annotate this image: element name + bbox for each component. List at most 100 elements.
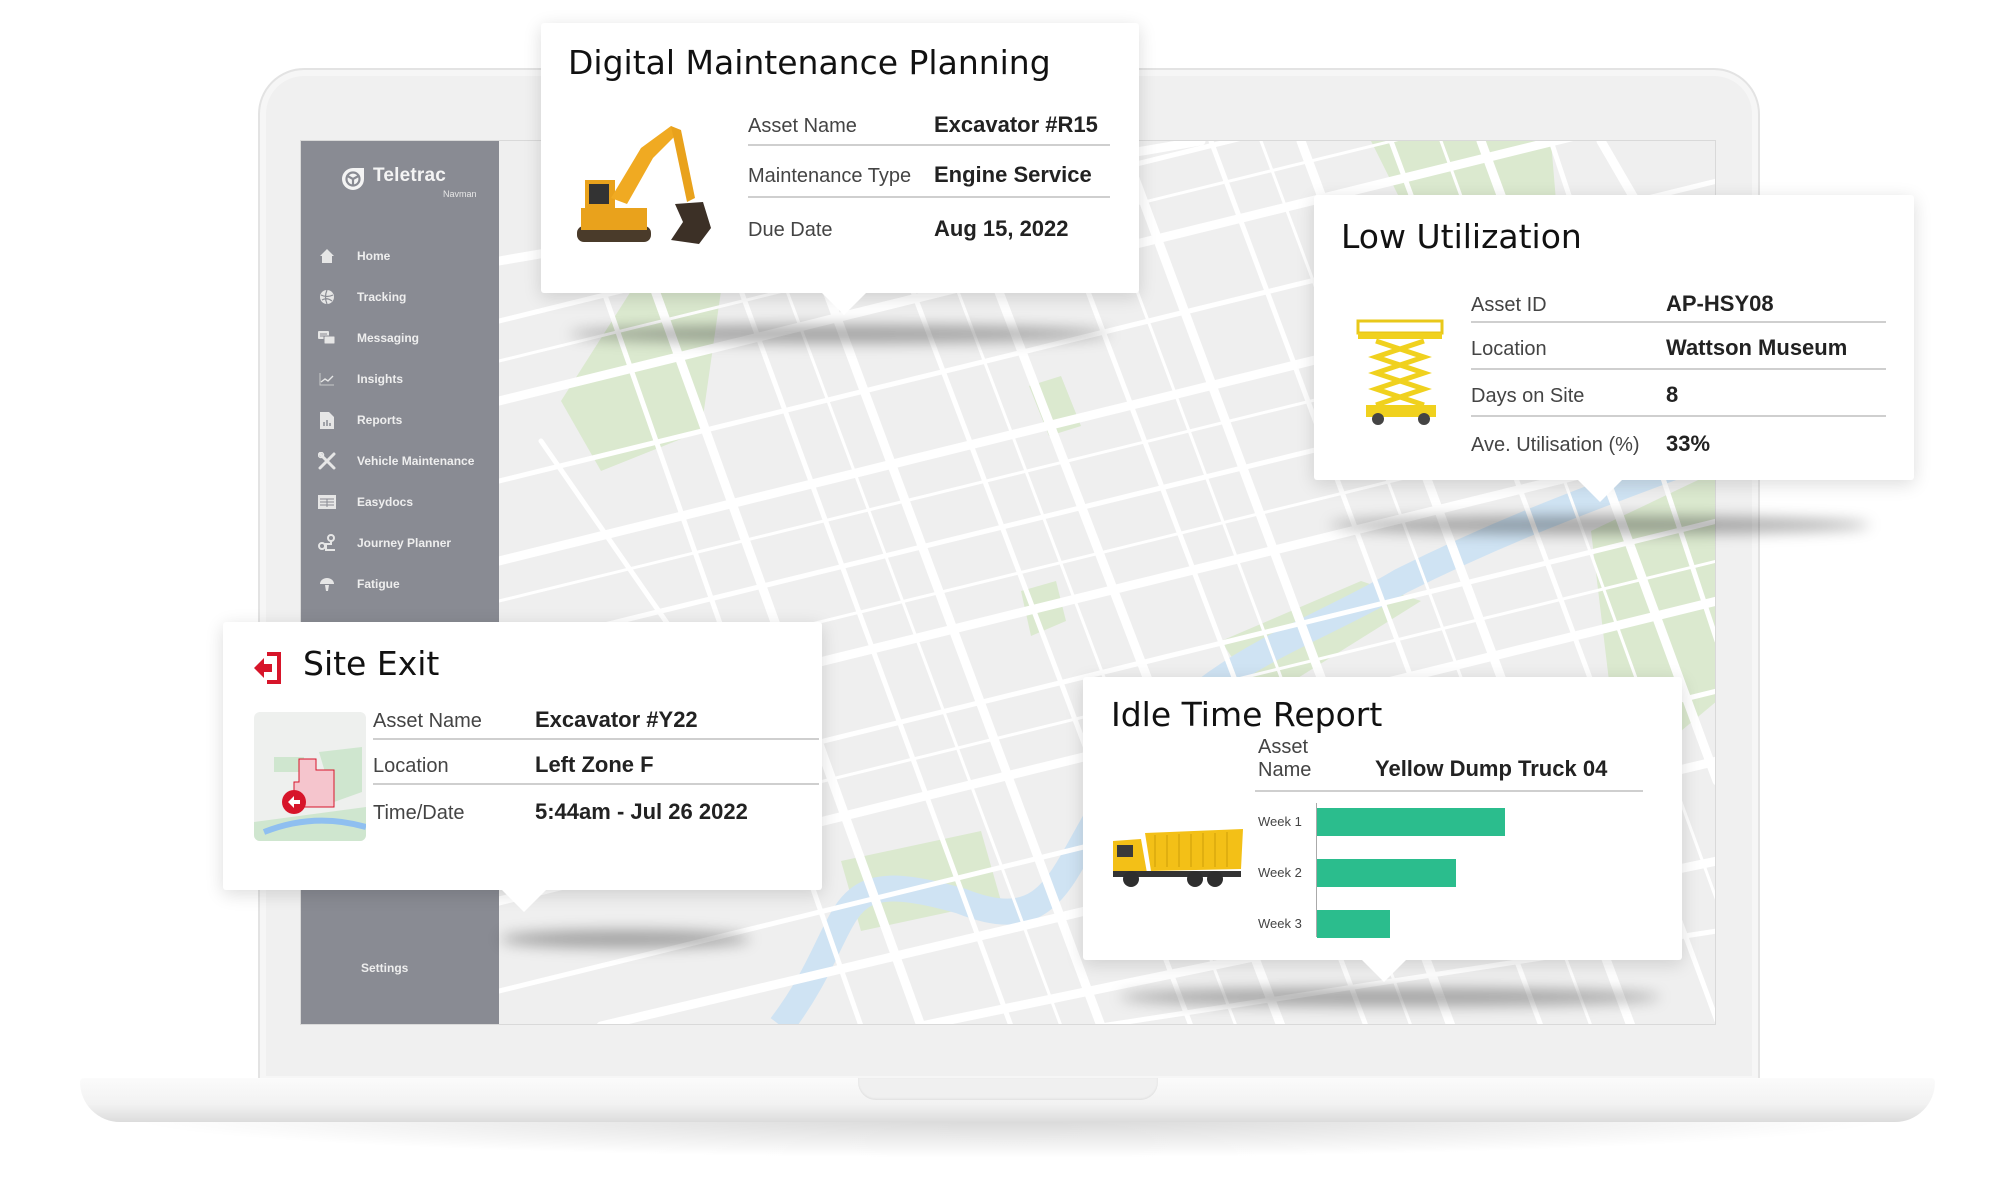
- detail-label: Days on Site: [1471, 385, 1585, 407]
- detail-value: Excavator #R15: [934, 112, 1098, 137]
- detail-row: Location Wattson Museum: [1471, 323, 1886, 370]
- card-title: Low Utilization: [1341, 217, 1582, 256]
- card-title: Digital Maintenance Planning: [568, 43, 1051, 82]
- utilization-details: Asset ID AP-HSY08 Location Wattson Museu…: [1471, 278, 1886, 462]
- card-title: Site Exit: [303, 644, 440, 683]
- detail-label: Location: [1471, 338, 1547, 360]
- document-list-icon: [317, 492, 337, 512]
- brand-subname: Navman: [443, 189, 477, 199]
- detail-label: Asset ID: [1471, 294, 1547, 316]
- trend-chart-icon: [317, 369, 337, 389]
- sidebar-item-fatigue[interactable]: Fatigue: [301, 569, 499, 599]
- sidebar-item-label: Vehicle Maintenance: [357, 454, 475, 468]
- card-pointer: [1362, 960, 1406, 982]
- site-exit-details: Asset Name Excavator #Y22 Location Left …: [373, 702, 819, 830]
- laptop-notch: [858, 1078, 1158, 1100]
- bar-week-2[interactable]: [1317, 859, 1457, 887]
- sidebar-item-settings[interactable]: Settings: [301, 953, 499, 983]
- card-pointer: [1578, 480, 1622, 502]
- teletrac-logo-icon: [342, 168, 364, 190]
- sidebar-item-label: Tracking: [357, 290, 407, 304]
- brand-name: Teletrac: [373, 165, 447, 186]
- detail-row: Asset ID AP-HSY08: [1471, 278, 1886, 323]
- idle-time-bar-chart: Week 1 Week 2 Week 3: [1255, 803, 1655, 943]
- detail-value: Engine Service: [934, 162, 1092, 187]
- chat-icon: [317, 328, 337, 348]
- sidebar: Teletrac Navman Home Tracking Messaging …: [301, 141, 499, 1024]
- sidebar-item-messaging[interactable]: Messaging: [301, 323, 499, 353]
- sidebar-item-label: Easydocs: [357, 495, 414, 509]
- detail-label: Asset Name: [1258, 736, 1312, 781]
- idle-time-card[interactable]: Idle Time Report Asset Name Yellow Dump …: [1083, 677, 1682, 960]
- route-pin-icon: [317, 533, 337, 553]
- utilization-card[interactable]: Low Utilization Asset ID AP-HSY08 Locati…: [1314, 195, 1914, 480]
- steering-wheel-icon: [317, 574, 337, 594]
- detail-row: Asset Name Excavator #R15: [748, 106, 1110, 146]
- laptop-shadow: [120, 1118, 1900, 1158]
- globe-icon: [317, 287, 337, 307]
- card-shadow: [500, 930, 750, 948]
- sidebar-item-tracking[interactable]: Tracking: [301, 282, 499, 312]
- detail-row: Days on Site 8: [1471, 370, 1886, 417]
- card-shadow: [1120, 988, 1660, 1006]
- sidebar-item-label: Settings: [361, 961, 409, 975]
- brand-logo[interactable]: Teletrac Navman: [341, 163, 481, 203]
- detail-row: Asset Name Excavator #Y22: [373, 702, 819, 740]
- detail-value: 5:44am - Jul 26 2022: [535, 799, 748, 824]
- scissor-lift-image: [1356, 319, 1444, 425]
- detail-row: Maintenance Type Engine Service: [748, 146, 1110, 198]
- site-exit-card[interactable]: Site Exit Asset Name Excavator #Y22 Loca…: [223, 622, 822, 890]
- bar-label: Week 2: [1258, 865, 1302, 880]
- bar-week-1[interactable]: [1317, 808, 1505, 836]
- detail-value: Wattson Museum: [1666, 335, 1848, 360]
- detail-row: Asset Name Yellow Dump Truck 04: [1255, 736, 1643, 792]
- wrench-screwdriver-icon: [317, 451, 337, 471]
- sidebar-item-vehicle-maintenance[interactable]: Vehicle Maintenance: [301, 446, 499, 476]
- sidebar-item-easydocs[interactable]: Easydocs: [301, 487, 499, 517]
- report-document-icon: [317, 410, 337, 430]
- detail-label: Asset Name: [373, 710, 482, 732]
- detail-value: Left Zone F: [535, 752, 654, 777]
- home-icon: [317, 246, 337, 266]
- exit-door-icon: [254, 652, 281, 684]
- sidebar-item-label: Insights: [357, 372, 404, 386]
- idle-asset-row: Asset Name Yellow Dump Truck 04: [1255, 736, 1643, 792]
- maintenance-card[interactable]: Digital Maintenance Planning Asset Name …: [541, 23, 1139, 293]
- detail-label: Time/Date: [373, 802, 465, 824]
- detail-row: Time/Date 5:44am - Jul 26 2022: [373, 785, 819, 830]
- dump-truck-image: [1113, 829, 1243, 887]
- sidebar-item-home[interactable]: Home: [301, 241, 499, 271]
- geofence-map-thumbnail[interactable]: [254, 712, 366, 841]
- detail-row: Location Left Zone F: [373, 740, 819, 785]
- sidebar-item-reports[interactable]: Reports: [301, 405, 499, 435]
- detail-value: Excavator #Y22: [535, 707, 698, 732]
- sidebar-item-label: Messaging: [357, 331, 420, 345]
- sidebar-item-label: Home: [357, 249, 391, 263]
- card-shadow: [1330, 516, 1870, 534]
- detail-value: 33%: [1666, 431, 1711, 456]
- card-title: Idle Time Report: [1111, 695, 1383, 734]
- maintenance-details: Asset Name Excavator #R15 Maintenance Ty…: [748, 106, 1110, 250]
- detail-value: Aug 15, 2022: [934, 216, 1069, 241]
- card-pointer: [822, 293, 866, 315]
- detail-row: Ave. Utilisation (%) 33%: [1471, 417, 1886, 462]
- sidebar-item-label: Journey Planner: [357, 536, 452, 550]
- bar-label: Week 3: [1258, 916, 1302, 931]
- detail-label: Location: [373, 755, 449, 777]
- sidebar-item-label: Reports: [357, 413, 403, 427]
- detail-label: Ave. Utilisation (%): [1471, 434, 1640, 456]
- sidebar-item-label: Fatigue: [357, 577, 400, 591]
- bar-week-3[interactable]: [1317, 910, 1391, 938]
- card-pointer: [502, 890, 546, 912]
- detail-value: AP-HSY08: [1666, 291, 1774, 316]
- excavator-image: [577, 126, 711, 244]
- detail-row: Due Date Aug 15, 2022: [748, 198, 1110, 250]
- sidebar-item-journey-planner[interactable]: Journey Planner: [301, 528, 499, 558]
- detail-value: 8: [1666, 382, 1679, 407]
- detail-label: Due Date: [748, 219, 833, 241]
- detail-label: Asset Name: [748, 115, 857, 137]
- sidebar-item-insights[interactable]: Insights: [301, 364, 499, 394]
- card-shadow: [570, 325, 1110, 343]
- detail-value: Yellow Dump Truck 04: [1375, 756, 1608, 781]
- detail-label: Maintenance Type: [748, 165, 912, 187]
